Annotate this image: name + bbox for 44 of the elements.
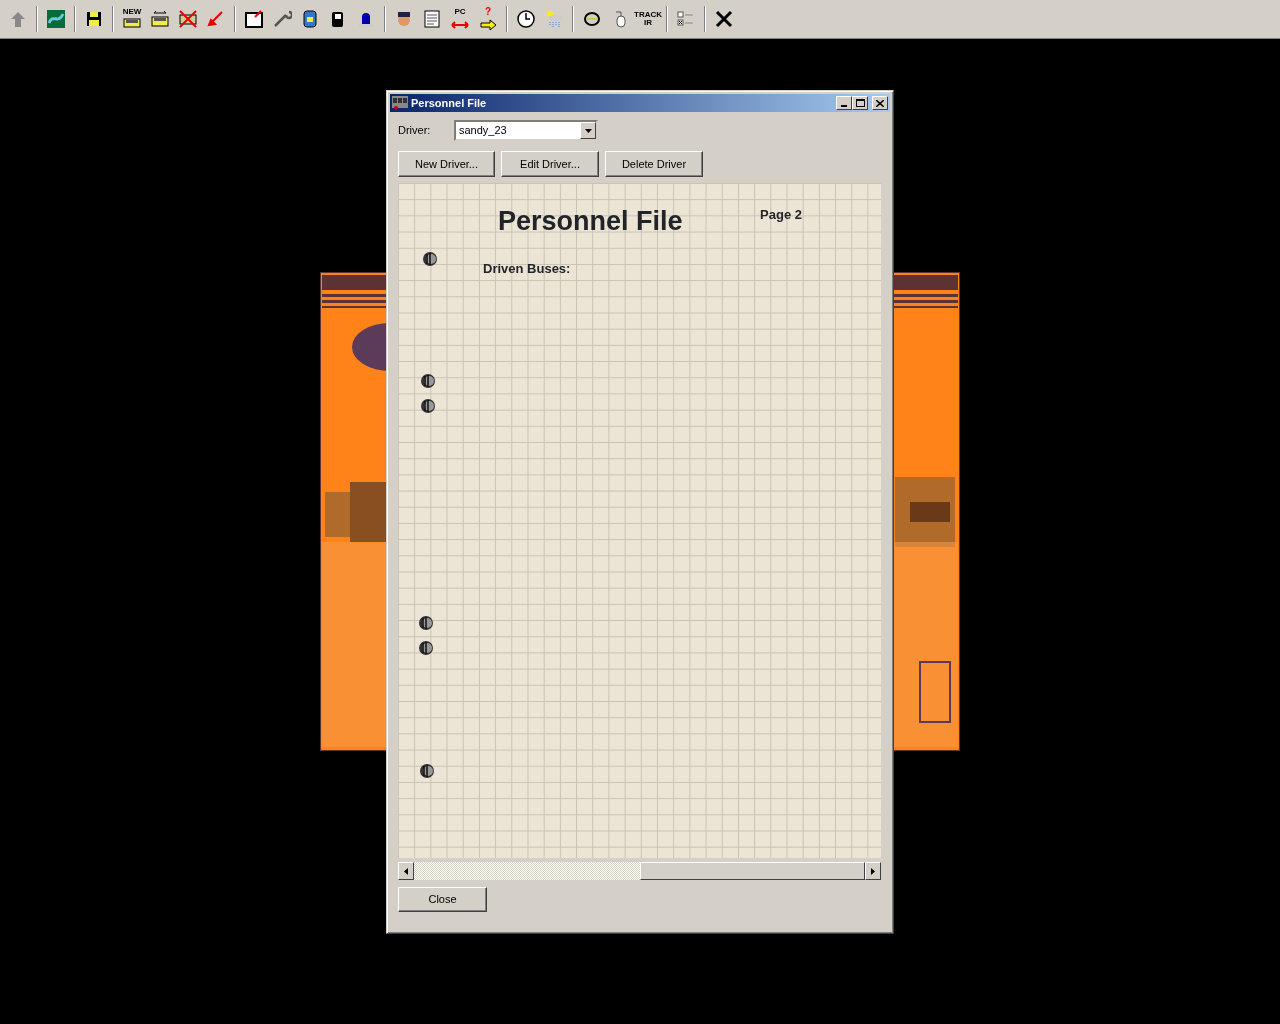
close-icon — [714, 9, 734, 29]
clock-icon — [516, 9, 536, 29]
minimize-button[interactable] — [836, 96, 852, 110]
right-arrow-icon — [871, 867, 875, 875]
driver-action-button[interactable]: New Driver... — [398, 151, 495, 177]
bus-button[interactable]: NEW — [118, 4, 146, 34]
binder-hole-icon — [422, 251, 438, 267]
trackir-button[interactable]: TRACK IR — [634, 4, 662, 34]
arrow-icon — [206, 9, 226, 29]
bus-icon — [178, 9, 198, 29]
bus-icon — [150, 9, 170, 29]
driver-action-button[interactable]: Delete Driver — [605, 151, 703, 177]
checkbox-list-icon — [676, 9, 696, 29]
binder-hole-icon — [418, 640, 434, 656]
swap-arrows-button[interactable]: PC — [446, 4, 474, 34]
horizontal-scrollbar[interactable] — [398, 862, 881, 880]
sheet-title: Personnel File — [498, 205, 683, 238]
map-icon — [46, 9, 66, 29]
maximize-icon — [855, 99, 865, 107]
binder-hole-icon — [420, 398, 436, 414]
scroll-right-button[interactable] — [865, 862, 881, 880]
binder-hole-icon — [418, 615, 434, 631]
close-button[interactable] — [872, 96, 888, 110]
section-heading: Driven Buses: — [483, 259, 571, 278]
document-icon — [422, 9, 442, 29]
ticket-machine-icon — [300, 9, 320, 29]
bus-window-icon — [392, 96, 408, 110]
scroll-left-button[interactable] — [398, 862, 414, 880]
arrow-icon — [478, 17, 498, 31]
left-arrow-icon — [404, 867, 408, 875]
weather-icon — [544, 9, 564, 29]
driver-dropdown[interactable]: sandy_23 — [454, 120, 598, 141]
maximize-button[interactable] — [852, 96, 868, 110]
page-number: Page 2 — [760, 206, 802, 224]
scroll-thumb[interactable] — [640, 862, 865, 880]
driver-action-button[interactable]: Edit Driver... — [501, 151, 599, 177]
binder-hole-icon — [420, 373, 436, 389]
driver-label: Driver: — [398, 123, 432, 138]
binder-hole-icon — [419, 763, 435, 779]
close-icon — [876, 99, 884, 107]
bus-icon — [122, 16, 142, 30]
window-title: Personnel File — [411, 95, 487, 111]
wrench-icon — [272, 9, 292, 29]
close-dialog-button[interactable]: Close — [398, 887, 487, 912]
